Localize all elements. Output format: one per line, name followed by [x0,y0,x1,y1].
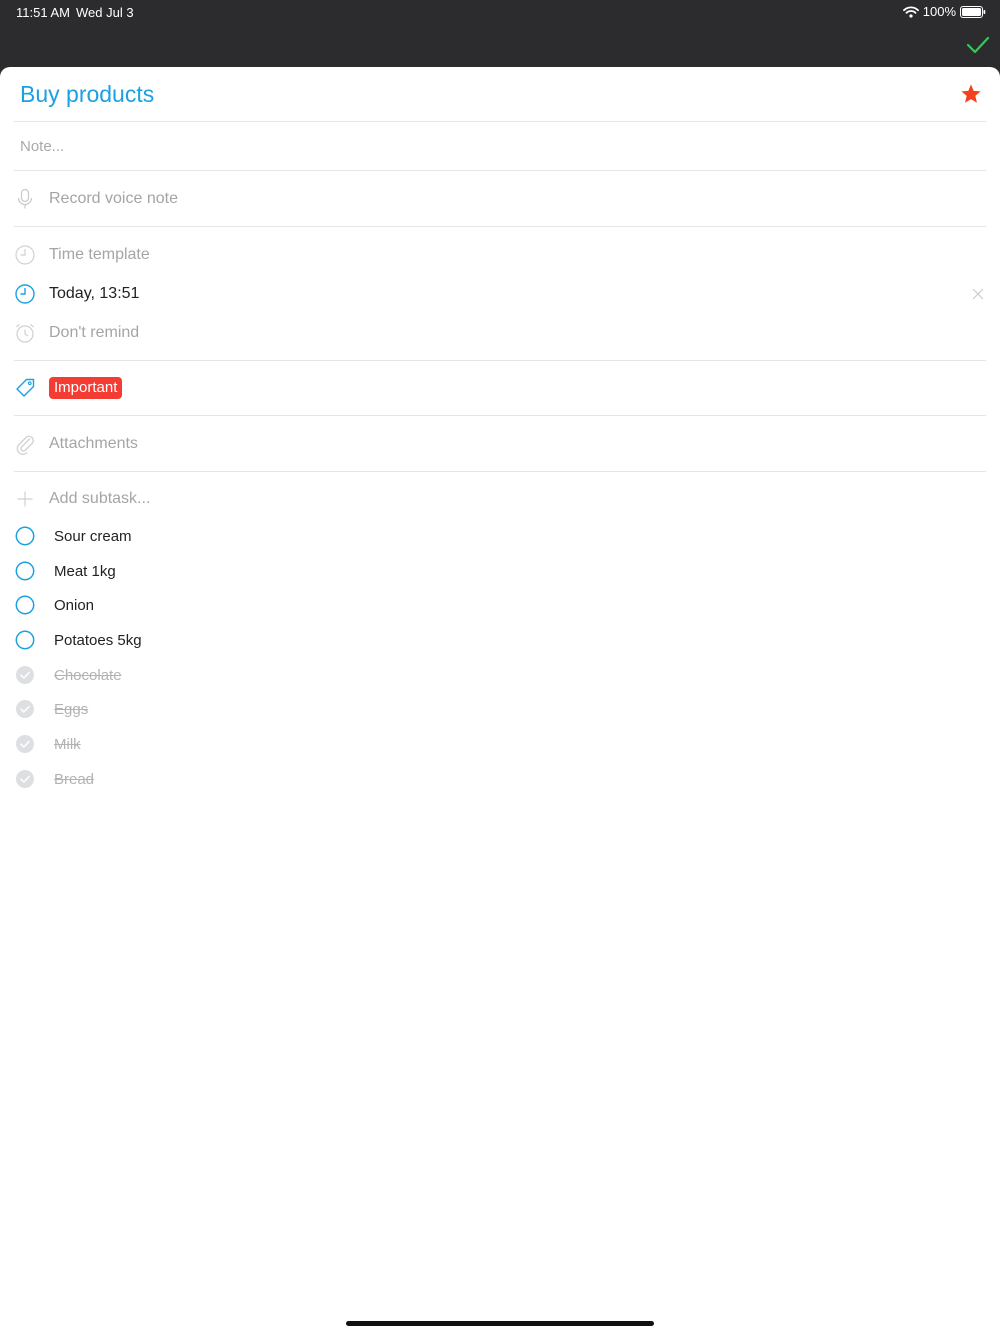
subtask-checkbox[interactable] [14,629,36,651]
subtask-checkbox-checked[interactable] [14,733,36,755]
tag-icon [14,377,36,399]
microphone-icon [14,188,36,210]
task-detail-sheet: Buy products Record voice note Time temp… [0,67,1000,1334]
subtask-item: Sour cream [14,524,132,548]
divider [14,415,986,416]
divider [14,226,986,227]
subtask-item-completed: Chocolate [14,663,122,687]
record-voice-note-row[interactable]: Record voice note [14,186,178,212]
subtask-item: Meat 1kg [14,559,116,583]
due-date-row[interactable]: Today, 13:51 [14,281,139,307]
time-template-row[interactable]: Time template [14,242,150,268]
subtask-checkbox[interactable] [14,594,36,616]
subtask-item-completed: Bread [14,767,94,791]
subtask-label[interactable]: Milk [54,736,81,753]
subtask-checkbox-checked[interactable] [14,698,36,720]
subtask-item: Onion [14,593,94,617]
subtask-label[interactable]: Onion [54,597,94,614]
subtask-item-completed: Milk [14,732,81,756]
subtask-label[interactable]: Meat 1kg [54,563,116,580]
subtask-item-completed: Eggs [14,697,88,721]
done-button[interactable] [966,34,990,56]
clear-due-date-icon[interactable] [972,287,984,300]
subtask-checkbox[interactable] [14,525,36,547]
note-input[interactable] [16,135,924,157]
subtask-label[interactable]: Sour cream [54,528,132,545]
subtask-label[interactable]: Bread [54,771,94,788]
time-template-label: Time template [49,246,150,263]
checkmark-icon [966,36,990,54]
reminder-row[interactable]: Don't remind [14,320,139,346]
add-subtask-row[interactable]: Add subtask... [14,486,150,512]
battery-percent: 100% [922,4,956,19]
task-title[interactable]: Buy products [20,81,154,108]
divider [14,471,986,472]
tag-important[interactable]: Important [49,377,123,399]
status-time: 11:51 AM [16,5,70,20]
add-subtask-label: Add subtask... [49,490,151,507]
subtask-label[interactable]: Chocolate [54,667,122,684]
subtask-label[interactable]: Eggs [54,701,88,718]
status-bar: 11:51 AM Wed Jul 3 100% [0,0,1000,24]
tags-row[interactable]: Important [14,375,123,401]
subtask-checkbox[interactable] [14,560,36,582]
clock-icon [14,283,36,305]
status-date: Wed Jul 3 [76,5,134,20]
subtask-item: Potatoes 5kg [14,628,142,652]
reminder-label: Don't remind [49,324,140,341]
plus-icon [14,488,36,510]
record-voice-note-label: Record voice note [49,190,178,207]
subtask-checkbox-checked[interactable] [14,664,36,686]
clock-icon [14,244,36,266]
divider [14,121,986,122]
subtask-label[interactable]: Potatoes 5kg [54,632,142,649]
home-indicator[interactable] [346,1321,654,1326]
favorite-star-icon[interactable] [960,83,982,105]
subtask-checkbox-checked[interactable] [14,768,36,790]
due-date-label: Today, 13:51 [49,285,140,302]
divider [14,360,986,361]
attachments-label: Attachments [49,435,138,452]
paperclip-icon [14,433,36,455]
divider [14,170,986,171]
wifi-icon [902,5,919,18]
attachments-row[interactable]: Attachments [14,431,138,457]
battery-icon [960,5,986,18]
status-indicators: 100% [902,4,986,19]
alarm-icon [14,322,36,344]
